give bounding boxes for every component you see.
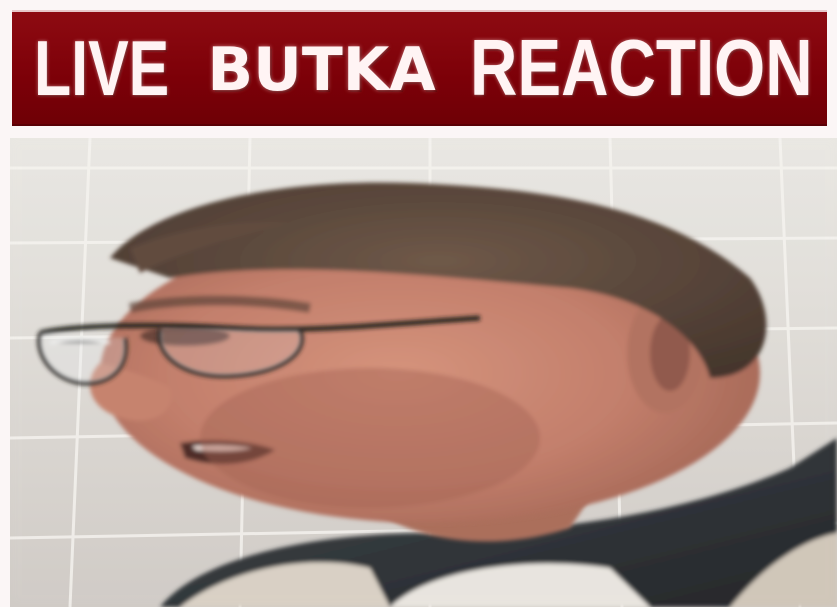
- banner-text: LIVE BUTKA REACTION: [34, 28, 837, 108]
- meme-frame: LIVE BUTKA REACTION: [0, 0, 837, 607]
- title-banner: LIVE BUTKA REACTION: [12, 10, 827, 126]
- reaction-photo: [10, 138, 837, 607]
- banner-word-live: LIVE: [34, 24, 170, 112]
- banner-word-butka: BUTKA: [207, 35, 436, 105]
- banner-separator: [0, 126, 837, 138]
- face-photo-illustration: [10, 138, 837, 607]
- banner-word-reaction: REACTION: [469, 23, 813, 112]
